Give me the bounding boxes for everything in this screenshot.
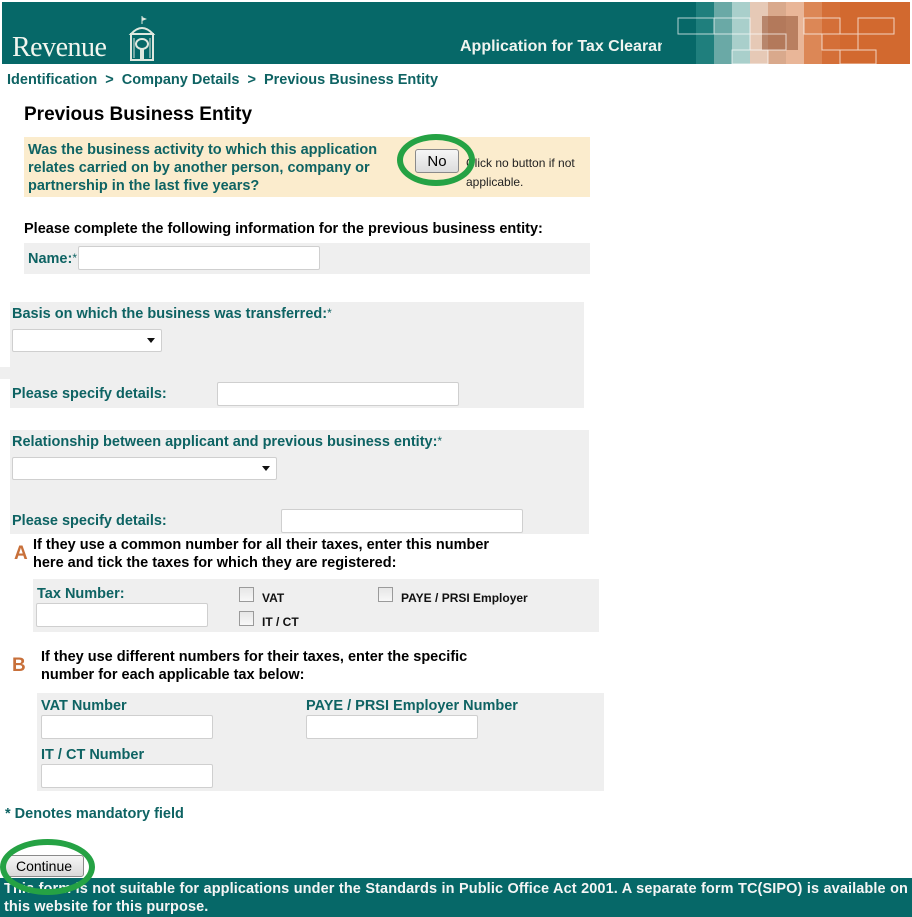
no-button-hint: Click no button if not applicable.	[466, 156, 575, 189]
section-b-text: If they use different numbers for their …	[41, 649, 468, 683]
transfer-basis-label: Basis on which the business was transfer…	[12, 306, 332, 322]
breadcrumb-item-identification[interactable]: Identification	[7, 72, 97, 88]
transfer-details-input[interactable]	[217, 382, 459, 406]
question-text: Was the business activity to which this …	[28, 142, 378, 194]
paye-prsi-checkbox-label: PAYE / PRSI Employer	[401, 591, 528, 605]
revenue-logo-text: Revenue	[12, 32, 107, 63]
continue-button[interactable]: Continue	[4, 855, 84, 877]
name-input[interactable]	[78, 246, 320, 270]
section-a-text: If they use a common number for all thei…	[33, 537, 490, 571]
section-intro: Please complete the following informatio…	[24, 221, 543, 237]
it-ct-checkbox[interactable]	[239, 611, 254, 626]
tax-number-input[interactable]	[36, 603, 208, 627]
paye-number-label: PAYE / PRSI Employer Number	[306, 698, 518, 714]
panel-notch	[0, 367, 20, 379]
no-button[interactable]: No	[415, 149, 459, 173]
app-title: Application for Tax Clearance	[460, 38, 685, 55]
tax-number-label: Tax Number:	[37, 586, 125, 602]
breadcrumb: Identification > Company Details > Previ…	[7, 72, 442, 88]
page-title: Previous Business Entity	[24, 104, 253, 125]
header-mosaic-graphic	[662, 2, 910, 64]
footer-notice: This form is not suitable for applicatio…	[0, 878, 912, 917]
relationship-label-text: Relationship between applicant and previ…	[12, 434, 438, 450]
vat-checkbox[interactable]	[239, 587, 254, 602]
section-b-letter: B	[12, 655, 26, 676]
required-marker: *	[437, 434, 443, 448]
name-label: Name:*	[28, 251, 77, 267]
transfer-basis-select[interactable]	[12, 329, 162, 352]
mandatory-field-note: * Denotes mandatory field	[5, 806, 184, 822]
paye-prsi-checkbox[interactable]	[378, 587, 393, 602]
transfer-details-label: Please specify details:	[12, 386, 167, 402]
custom-house-logo-icon	[128, 16, 156, 61]
it-ct-number-input[interactable]	[41, 764, 213, 788]
vat-number-label: VAT Number	[41, 698, 127, 714]
name-panel: Name:*	[24, 243, 590, 274]
relationship-select[interactable]	[12, 457, 277, 480]
breadcrumb-separator: >	[105, 72, 114, 88]
it-ct-number-label: IT / CT Number	[41, 747, 145, 763]
previous-activity-question: Was the business activity to which this …	[24, 137, 590, 197]
section-a-letter: A	[14, 543, 28, 564]
breadcrumb-separator: >	[247, 72, 256, 88]
breadcrumb-item-company-details[interactable]: Company Details	[122, 72, 240, 88]
vat-number-input[interactable]	[41, 715, 213, 739]
vat-checkbox-label: VAT	[262, 591, 285, 605]
name-label-text: Name:	[28, 251, 73, 267]
relationship-details-label: Please specify details:	[12, 513, 167, 529]
header-banner: Revenue Application for Tax Clearance	[2, 2, 910, 64]
paye-number-input[interactable]	[306, 715, 478, 739]
dropdown-arrow-icon	[262, 466, 270, 471]
relationship-details-input[interactable]	[281, 509, 523, 533]
relationship-label: Relationship between applicant and previ…	[12, 434, 442, 450]
required-marker: *	[327, 306, 332, 320]
required-marker: *	[72, 251, 77, 265]
breadcrumb-item-previous-business-entity: Previous Business Entity	[263, 72, 439, 88]
it-ct-checkbox-label: IT / CT	[262, 615, 299, 629]
dropdown-arrow-icon	[147, 338, 155, 343]
transfer-basis-label-text: Basis on which the business was transfer…	[12, 306, 328, 322]
